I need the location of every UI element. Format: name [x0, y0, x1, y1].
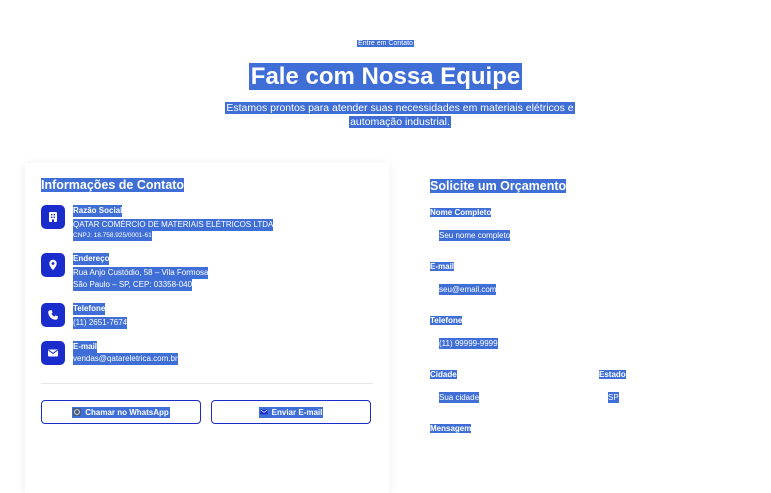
send-email-button-content: Enviar E-mail	[258, 406, 324, 418]
whatsapp-icon	[73, 408, 82, 416]
divider	[41, 383, 373, 384]
city-input-placeholder: Sua cidade	[439, 391, 480, 403]
quote-form-title-text: Solicite um Orçamento	[430, 179, 567, 193]
contact-info-title-text: Informações de Contato	[41, 178, 185, 192]
quote-form-card: Solicite um Orçamento Nome Completo Seu …	[414, 163, 754, 493]
state-field-label: Estado	[599, 369, 626, 380]
send-email-button-label: Enviar E-mail	[271, 407, 323, 417]
name-field-label-text: Nome Completo	[430, 208, 492, 217]
name-input[interactable]: Seu nome completo	[430, 225, 754, 245]
location-pin-icon	[41, 253, 65, 277]
email-label: E-mail	[73, 341, 98, 353]
phone-input-placeholder: (11) 99999-9999	[439, 337, 498, 349]
page-title-text: Fale com Nossa Equipe	[248, 63, 523, 90]
page-subtitle: Estamos prontos para atender suas necess…	[200, 101, 600, 129]
phone-value[interactable]: (11) 2651-7674	[73, 317, 128, 329]
email-field-label-text: E-mail	[430, 262, 455, 271]
quote-form-title: Solicite um Orçamento	[430, 178, 567, 194]
name-field-label: Nome Completo	[430, 207, 492, 218]
eyebrow-text: Entre em Contato	[357, 40, 414, 47]
subtitle-line-2: automação industrial.	[349, 116, 451, 128]
address-label: Endereço	[73, 253, 110, 265]
contact-info-card: Informações de Contato Razão Social QATA…	[25, 163, 389, 493]
phone-text: Telefone (11) 2651-7674	[73, 303, 128, 329]
whatsapp-button-content: Chamar no WhatsApp	[72, 406, 170, 418]
city-field-label-text: Cidade	[430, 370, 457, 379]
message-field-label: Mensagem	[430, 423, 472, 434]
phone-icon	[41, 303, 65, 327]
phone-input[interactable]: (11) 99999-9999	[430, 333, 754, 353]
email-value[interactable]: vendas@qatareletrica.com.br	[73, 353, 178, 365]
envelope-small-icon	[260, 409, 268, 415]
state-input[interactable]: SP	[599, 387, 739, 407]
send-email-button[interactable]: Enviar E-mail	[211, 400, 371, 424]
building-icon	[41, 205, 65, 229]
phone-field-label-text: Telefone	[430, 316, 463, 325]
email-input-placeholder: seu@email.com	[439, 283, 497, 295]
company-name: QATAR COMÉRCIO DE MATERIAIS ELÉTRICOS LT…	[73, 219, 274, 231]
whatsapp-button[interactable]: Chamar no WhatsApp	[41, 400, 201, 424]
phone-label: Telefone	[73, 303, 106, 315]
city-input[interactable]: Sua cidade	[430, 387, 590, 407]
subtitle-line-1: Estamos prontos para atender suas necess…	[225, 102, 575, 114]
company-text: Razão Social QATAR COMÉRCIO DE MATERIAIS…	[73, 205, 274, 241]
city-field-label: Cidade	[430, 369, 457, 380]
state-input-placeholder: SP	[608, 391, 619, 403]
envelope-icon	[41, 341, 65, 365]
message-field-label-text: Mensagem	[430, 424, 472, 433]
company-label: Razão Social	[73, 205, 123, 217]
email-text: E-mail vendas@qatareletrica.com.br	[73, 341, 178, 365]
address-line-1: Rua Anjo Custódio, 58 – Vila Formosa	[73, 267, 209, 279]
whatsapp-button-label: Chamar no WhatsApp	[85, 407, 169, 417]
section-eyebrow: Entre em Contato	[0, 39, 771, 48]
phone-field-label: Telefone	[430, 315, 463, 326]
company-cnpj: CNPJ: 18.758.925/0001-61	[73, 231, 152, 241]
contact-info-title: Informações de Contato	[41, 177, 185, 193]
address-text: Endereço Rua Anjo Custódio, 58 – Vila Fo…	[73, 253, 209, 291]
email-input[interactable]: seu@email.com	[430, 279, 754, 299]
state-field-label-text: Estado	[599, 370, 626, 379]
email-field-label: E-mail	[430, 261, 455, 272]
name-input-placeholder: Seu nome completo	[439, 229, 511, 241]
address-line-2: São Paulo – SP, CEP: 03358-040	[73, 279, 193, 291]
page-title: Fale com Nossa Equipe	[0, 62, 771, 92]
